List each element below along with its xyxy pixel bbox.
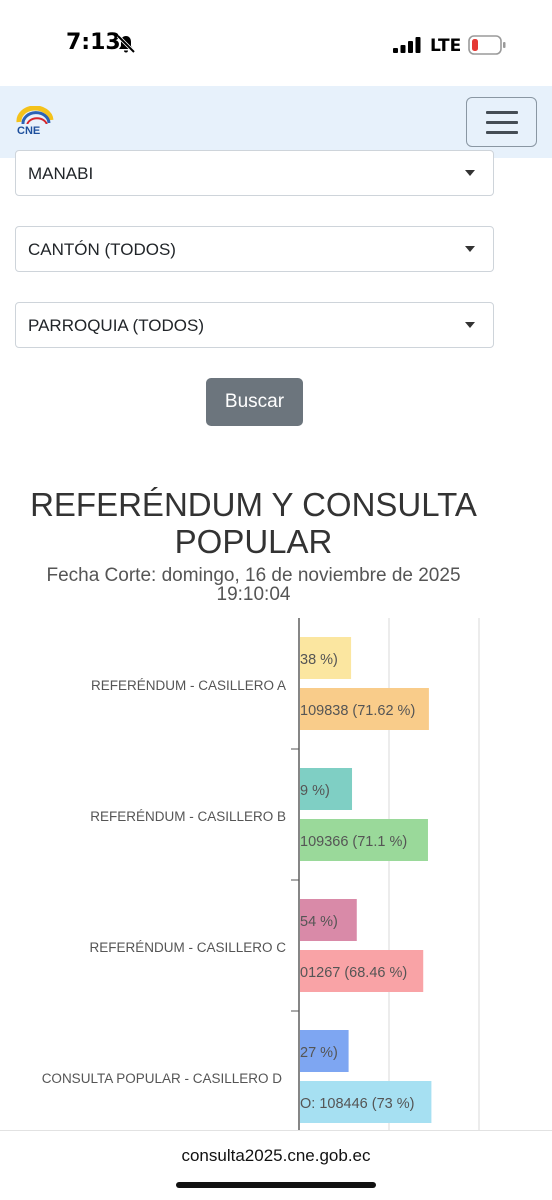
parroquia-value: PARROQUIA (TODOS) (28, 316, 205, 335)
page-url[interactable]: consulta2025.cne.gob.ec (0, 1146, 552, 1166)
category-label: REFERÉNDUM - CASILLERO B (90, 809, 286, 824)
svg-text:CNE: CNE (17, 125, 40, 137)
provincia-value: MANABI (28, 164, 94, 183)
battery-icon (468, 35, 506, 55)
parroquia-select[interactable]: PARROQUIA (TODOS) (15, 302, 494, 348)
report-title-line1: REFERÉNDUM Y CONSULTA (30, 486, 477, 523)
report-title-line2: POPULAR (174, 523, 333, 560)
status-time: 7:13 (66, 30, 121, 55)
results-bar-chart: REFERÉNDUM - CASILLERO A REFERÉNDUM - CAS… (42, 618, 480, 1130)
network-type: LTE (430, 36, 462, 56)
bar-label: 27 %) (300, 1045, 338, 1061)
canton-select[interactable]: CANTÓN (TODOS) (15, 226, 494, 272)
chevron-down-icon (465, 246, 475, 252)
search-button[interactable]: Buscar (206, 378, 303, 426)
provincia-select[interactable]: MANABI (15, 150, 494, 196)
bell-muted-icon (116, 34, 136, 54)
bar-label: 01267 (68.46 %) (300, 965, 407, 981)
bar-label: 54 %) (300, 914, 338, 930)
home-indicator (176, 1182, 376, 1188)
bar-label: 109838 (71.62 %) (300, 703, 415, 719)
status-bar: 7:13 LTE (0, 0, 552, 86)
bar-label: 9 %) (300, 783, 330, 799)
hamburger-icon (486, 111, 518, 114)
category-label: CONSULTA POPULAR - CASILLERO D (42, 1071, 283, 1086)
category-label: REFERÉNDUM - CASILLERO A (91, 678, 286, 693)
chevron-down-icon (465, 170, 475, 176)
cne-logo-icon[interactable]: CNE (13, 106, 57, 138)
bar-label: 38 %) (300, 652, 338, 668)
cutoff-line1: Fecha Corte: domingo, 16 de noviembre de… (46, 565, 461, 586)
signal-icon (393, 37, 421, 53)
cutoff-line2: 19:10:04 (216, 584, 291, 605)
bar-label: 109366 (71.1 %) (300, 834, 407, 850)
category-label: REFERÉNDUM - CASILLERO C (89, 940, 286, 955)
report-cutoff-date: Fecha Corte: domingo, 16 de noviembre de… (0, 566, 507, 604)
report-title: REFERÉNDUM Y CONSULTA POPULAR (0, 486, 507, 560)
chevron-down-icon (465, 322, 475, 328)
canton-value: CANTÓN (TODOS) (28, 240, 176, 259)
bar-label: O: 108446 (73 %) (300, 1096, 414, 1112)
menu-toggle-button[interactable] (466, 97, 537, 147)
